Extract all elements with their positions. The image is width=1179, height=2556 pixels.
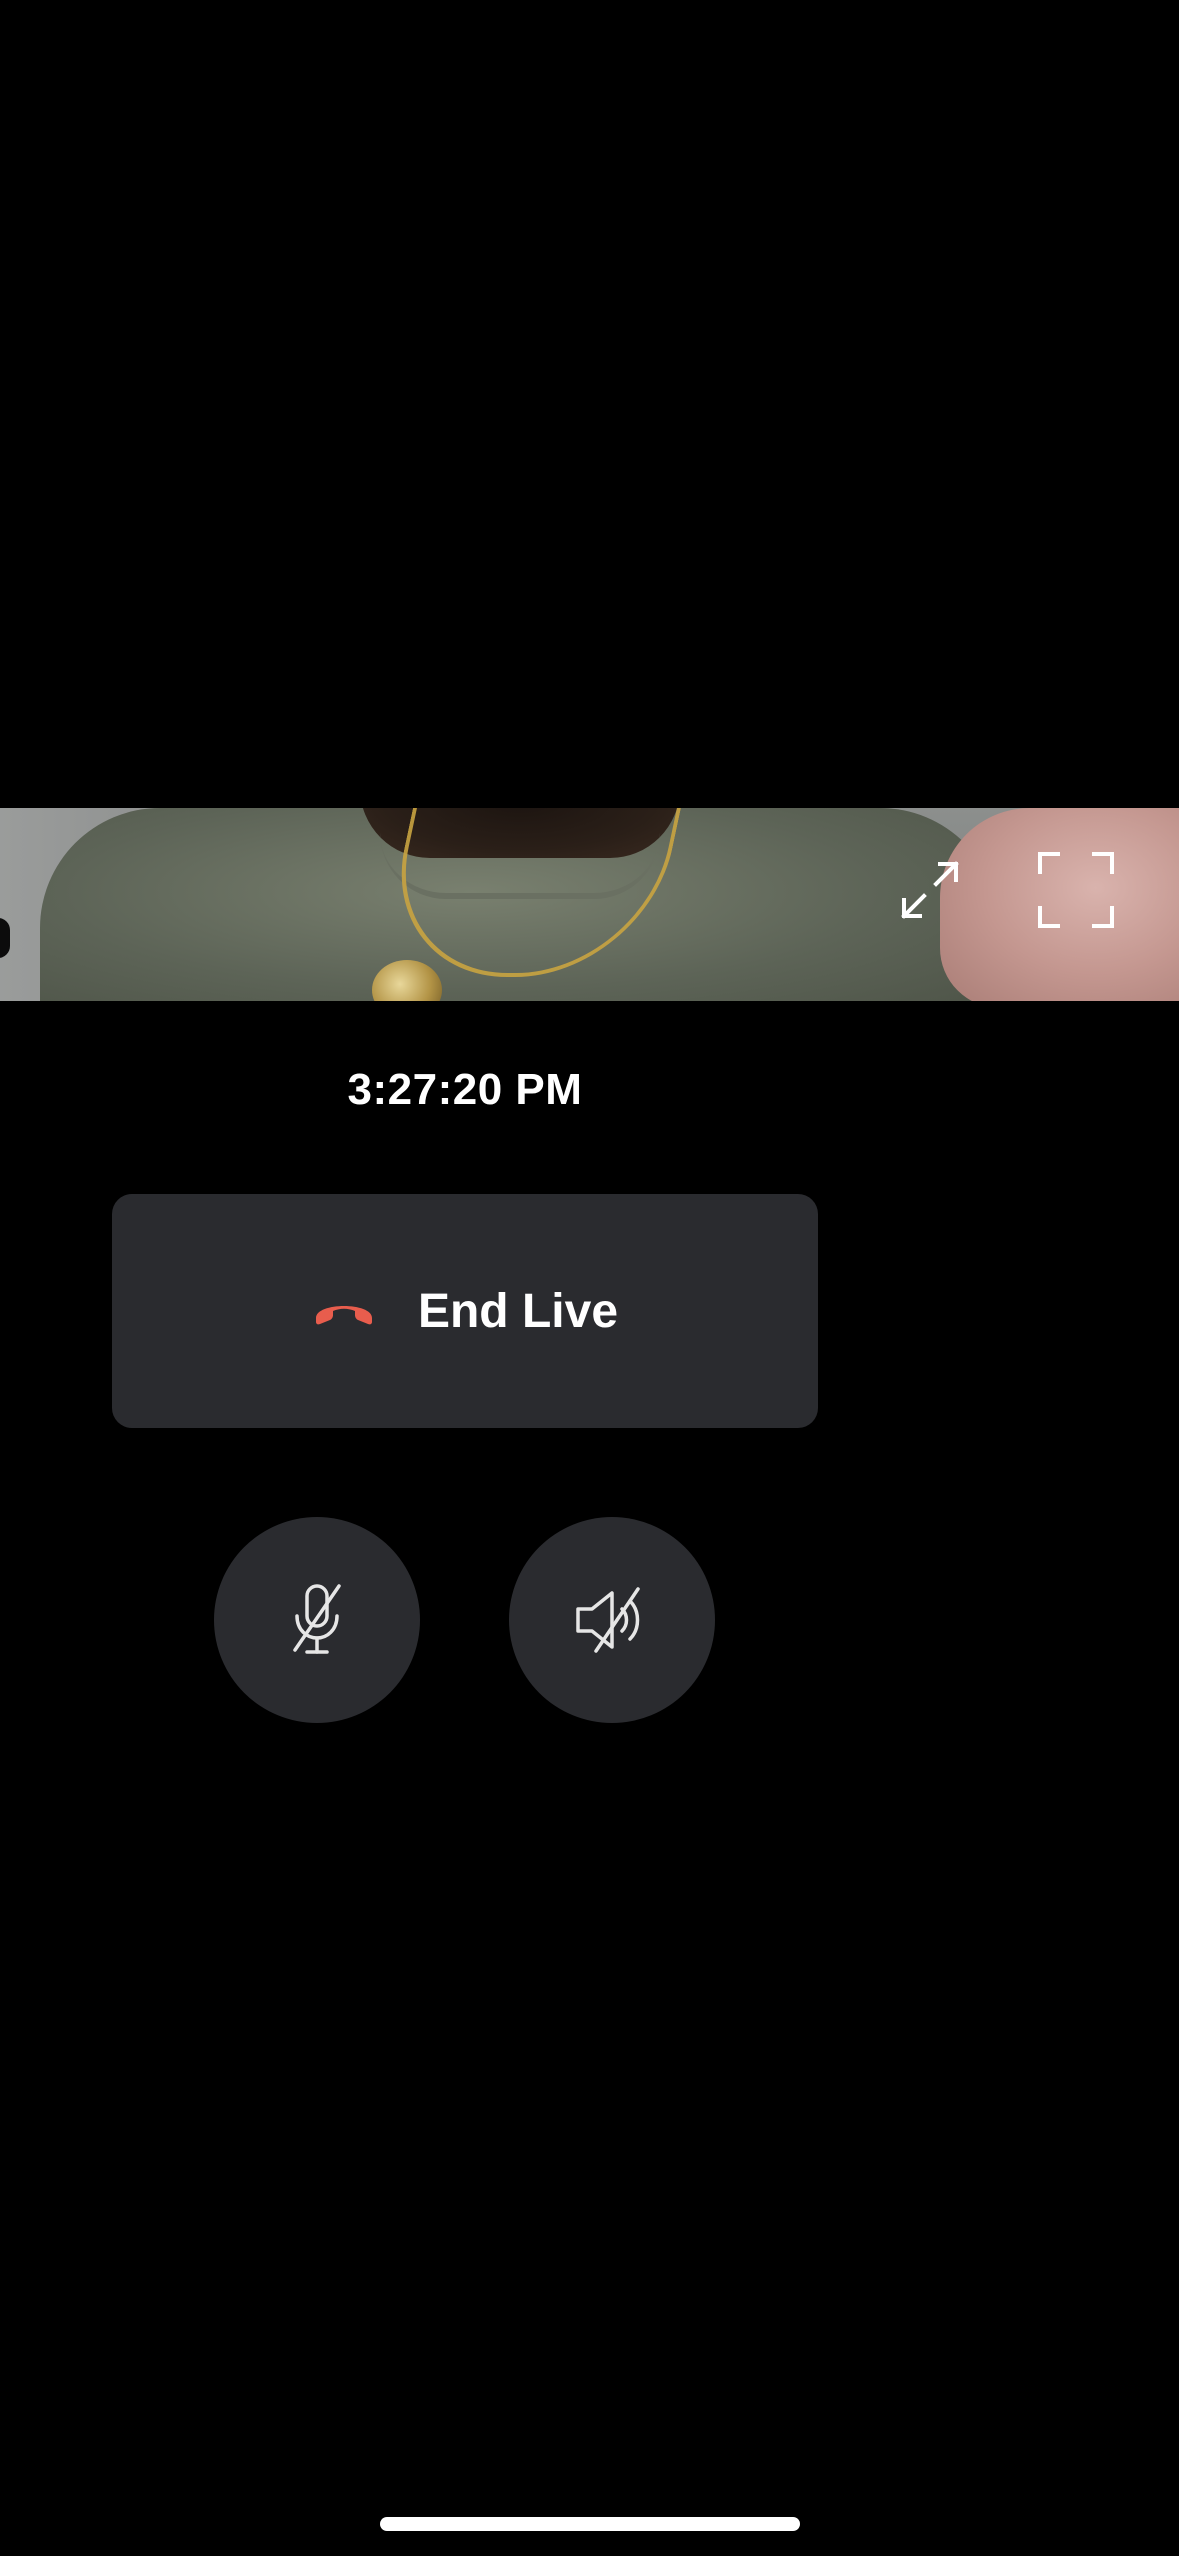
live-video-feed[interactable]	[0, 808, 1179, 1001]
mute-microphone-button[interactable]	[214, 1517, 420, 1723]
expand-arrows-icon	[901, 861, 959, 919]
speaker-muted-icon	[576, 1587, 640, 1653]
fullscreen-corners-icon	[1038, 852, 1114, 928]
end-live-button[interactable]: End Live	[112, 1194, 818, 1428]
microphone-muted-icon	[293, 1584, 341, 1654]
home-indicator[interactable]	[380, 2517, 800, 2531]
hang-up-phone-icon	[315, 1306, 372, 1325]
end-live-label: End Live	[417, 1284, 619, 1338]
mute-speaker-button[interactable]	[509, 1517, 715, 1723]
live-timestamp: 3:27:20 PM	[347, 1065, 583, 1114]
fullscreen-button[interactable]	[1036, 850, 1116, 930]
expand-button[interactable]	[890, 850, 970, 930]
